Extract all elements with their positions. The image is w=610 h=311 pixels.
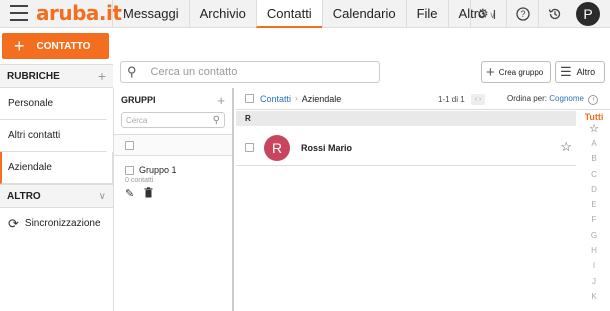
select-all-contacts-checkbox[interactable] [245,94,254,103]
pagination: 1-1 di 1 ‹ › [438,94,486,105]
contact-avatar: R [264,134,290,161]
alphabet-letter-k[interactable]: K [582,289,606,304]
group-checkbox[interactable] [125,165,134,175]
favorites-star-icon[interactable]: ☆ [582,123,606,136]
more-actions-button[interactable]: ☰ Altro [555,61,605,83]
aruba-logo[interactable]: aruba.it [36,1,122,25]
history-icon [548,8,560,20]
add-group-icon[interactable]: + [217,93,225,108]
alphabet-letter-b[interactable]: B [582,151,606,166]
pagination-count: 1-1 di 1 [438,95,465,104]
select-all-groups-checkbox[interactable] [125,140,134,150]
sidebar-item-altri-contatti[interactable]: Altri contatti [0,120,107,152]
group-count: 0 contatti [125,177,154,184]
breadcrumb-root[interactable]: Contatti [260,94,291,104]
history-button[interactable] [538,0,570,28]
edit-icon[interactable]: ✎ [125,187,134,201]
alphabet-letter-a[interactable]: A [582,136,606,151]
sidebar-item-personale[interactable]: Personale [0,88,107,120]
address-book-sidebar: RUBRICHE + Personale Altri contatti Azie… [0,64,113,311]
page-arrows[interactable]: ‹ › [470,94,486,105]
help-button[interactable]: ? [506,0,538,28]
new-contact-button[interactable]: + CONTATTO [2,33,109,59]
search-icon: ⚲ [212,115,220,126]
sidebar-item-aziendale[interactable]: Aziendale [0,152,113,184]
alphabet-index: Tutti ☆ A B C D E F G H I J K [582,112,606,304]
rubriche-header: RUBRICHE + [0,64,113,88]
create-group-button[interactable]: + Crea gruppo [481,61,551,83]
top-icons: ⚙ I ? [470,0,570,28]
user-avatar[interactable]: P [576,2,600,26]
group-actions: ✎ [125,187,232,201]
plus-icon: + [14,36,25,56]
breadcrumb-separator-icon: › [295,94,298,103]
search-input[interactable]: ⚲ Cerca un contatto [120,61,380,83]
group-item[interactable]: Gruppo 1 0 contatti ✎ [114,156,232,201]
rubriche-title: RUBRICHE [7,70,60,82]
help-icon: ? [515,7,530,21]
sync-label: Sincronizzazione [24,218,101,229]
groups-title: GRUPPI [121,95,156,105]
star-icon[interactable]: ☆ [560,139,572,155]
group-item-header: Gruppo 1 [125,165,232,175]
groups-panel: GRUPPI + Cerca ⚲ Gruppo 1 0 contatti ✎ [113,88,234,311]
sync-icon: ⟳ [8,216,19,231]
group-search-input[interactable]: Cerca ⚲ [121,112,225,128]
sort-label: Ordina per: [507,94,548,103]
contact-row[interactable]: R Rossi Mario ☆ [236,130,576,166]
webmail-app: aruba.it Messaggi Archivio Contatti Cale… [0,0,610,311]
more-actions-label: Altro [576,67,596,77]
altro-title: ALTRO [7,190,41,202]
contact-checkbox[interactable] [245,143,254,152]
top-navigation-bar: aruba.it Messaggi Archivio Contatti Cale… [0,0,610,28]
alphabet-letter-f[interactable]: F [582,212,606,227]
create-group-label: Crea gruppo [498,67,544,77]
tab-file[interactable]: File [405,0,448,28]
groups-select-all [114,134,232,156]
search-icon: ⚲ [127,64,137,79]
plus-icon: + [486,63,495,81]
trash-glyph [144,187,153,198]
sidebar-item-sincronizzazione[interactable]: ⟳ Sincronizzazione [0,208,107,240]
alphabet-letter-h[interactable]: H [582,243,606,258]
sort-value[interactable]: Cognome [549,94,584,103]
breadcrumb-current: Aziendale [301,93,342,104]
list-menu-icon: ☰ [560,64,572,79]
sort-control[interactable]: Ordina per: Cognome ↑ [507,94,599,105]
chevron-down-icon: ∨ [98,190,106,202]
group-name: Gruppo 1 [139,165,177,175]
alphabet-letter-j[interactable]: J [582,274,606,289]
gear-icon: ⚙ [477,6,489,21]
contacts-panel: Contatti › Aziendale 1-1 di 1 ‹ › Ordina… [236,88,610,311]
tab-calendario[interactable]: Calendario [321,0,406,28]
tab-archivio[interactable]: Archivio [188,0,256,28]
settings-label: I [492,6,497,22]
new-contact-label: CONTATTO [36,40,91,52]
tab-messaggi[interactable]: Messaggi [112,0,189,28]
search-placeholder: Cerca un contatto [150,66,238,78]
alphabet-letter-e[interactable]: E [582,197,606,212]
add-address-book-icon[interactable]: + [98,68,106,84]
settings-button[interactable]: ⚙ I [470,0,506,28]
alphabet-letter-i[interactable]: I [582,258,606,273]
tab-contatti[interactable]: Contatti [255,0,322,28]
trash-icon[interactable] [144,187,153,201]
alphabet-letter-d[interactable]: D [582,182,606,197]
alphabet-all[interactable]: Tutti [582,112,606,122]
section-letter: R [236,111,576,126]
menu-icon[interactable] [10,5,28,21]
help-glyph: ? [520,9,525,19]
contact-name: Rossi Mario [301,142,353,153]
groups-header: GRUPPI + [114,88,232,112]
alphabet-letter-g[interactable]: G [582,228,606,243]
alphabet-letter-c[interactable]: C [582,167,606,182]
app-tabs: Messaggi Archivio Contatti Calendario Fi… [112,0,506,28]
group-search-placeholder: Cerca [126,116,148,125]
altro-header[interactable]: ALTRO ∨ [0,184,113,208]
sort-direction-icon[interactable]: ↑ [588,95,599,105]
